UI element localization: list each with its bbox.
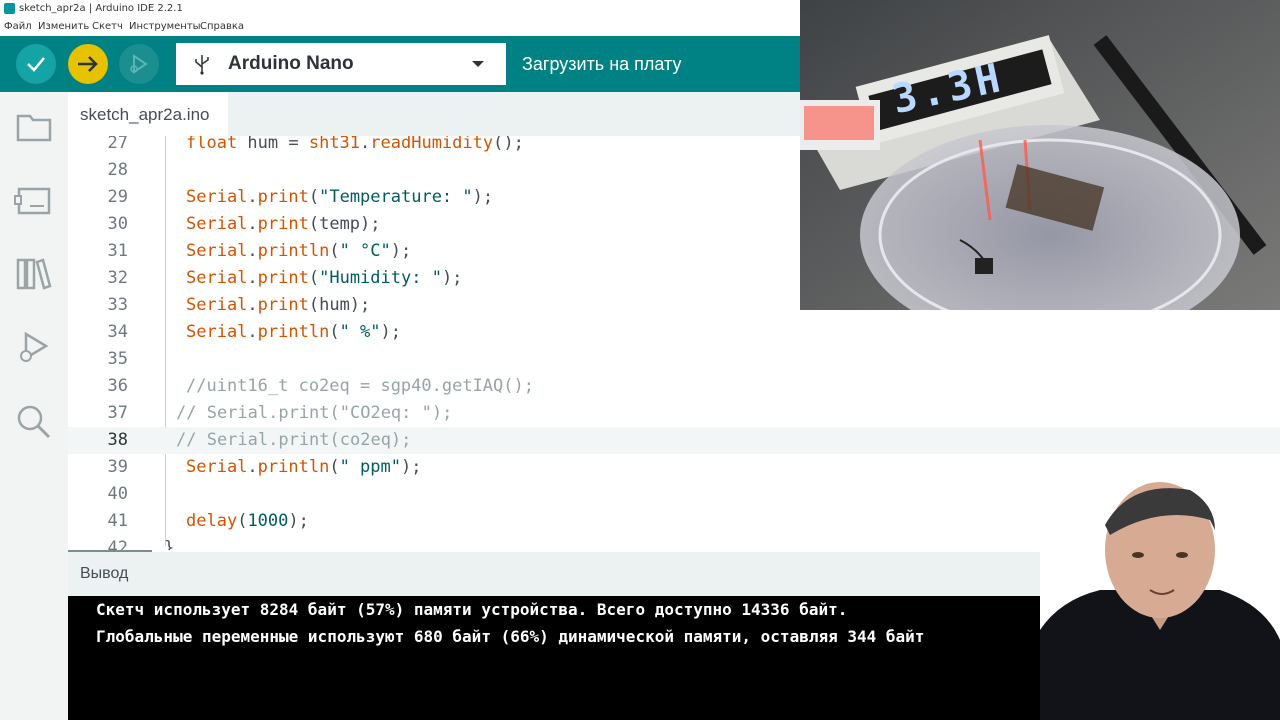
line-number: 28 xyxy=(107,160,128,180)
output-line: Скетч использует 8284 байт (57%) памяти … xyxy=(96,600,848,619)
output-title: Вывод xyxy=(80,565,129,582)
line-number: 31 xyxy=(107,241,128,261)
arduino-app-icon xyxy=(4,3,15,14)
folder-icon[interactable] xyxy=(14,106,54,146)
line-code: //uint16_t co2eq = sgp40.getIAQ(); xyxy=(186,376,534,396)
menu-edit[interactable]: Изменить xyxy=(38,21,89,32)
line-number: 34 xyxy=(107,322,128,342)
upload-hint-label: Загрузить на плату xyxy=(522,54,682,74)
toolbar: Arduino Nano Загрузить на плату xyxy=(0,36,800,92)
verify-button[interactable] xyxy=(16,44,56,84)
code-line[interactable]: 35 xyxy=(68,346,1280,373)
line-number: 40 xyxy=(107,484,128,504)
camera-overlay: 3.3H xyxy=(800,0,1280,310)
debug-button[interactable] xyxy=(119,44,159,84)
presenter-photo xyxy=(1040,480,1280,720)
line-code: // Serial.print(co2eq); xyxy=(176,430,412,450)
line-code: Serial.print("Humidity: "); xyxy=(186,268,463,288)
library-manager-icon[interactable] xyxy=(14,254,54,294)
sidebar xyxy=(0,92,68,720)
title-bar: sketch_apr2a | Arduino IDE 2.2.1 xyxy=(0,0,800,18)
board-selector[interactable]: Arduino Nano xyxy=(176,43,506,85)
device-photo xyxy=(800,0,1280,310)
menu-tools[interactable]: Инструменты xyxy=(129,21,201,32)
line-number: 41 xyxy=(107,511,128,531)
chevron-down-icon xyxy=(472,61,484,67)
line-code: } xyxy=(164,538,175,550)
line-number: 36 xyxy=(107,376,128,396)
line-number: 33 xyxy=(107,295,128,315)
output-line: Глобальные переменные используют 680 бай… xyxy=(96,627,925,646)
menu-help[interactable]: Справка xyxy=(200,21,244,32)
line-number: 32 xyxy=(107,268,128,288)
debug-play-icon xyxy=(130,54,148,74)
usb-icon xyxy=(195,55,209,75)
line-number: 29 xyxy=(107,187,128,207)
tab-label: sketch_apr2a.ino xyxy=(80,105,210,124)
line-code: Serial.println(" ppm"); xyxy=(186,457,422,477)
search-icon[interactable] xyxy=(14,402,54,442)
menu-sketch[interactable]: Скетч xyxy=(92,21,123,32)
arrow-right-icon xyxy=(78,56,98,72)
line-code: Serial.print("Temperature: "); xyxy=(186,187,494,207)
code-line[interactable]: 36 //uint16_t co2eq = sgp40.getIAQ(); xyxy=(68,373,1280,400)
board-manager-icon[interactable] xyxy=(14,180,54,220)
line-number: 27 xyxy=(107,136,128,153)
code-line[interactable]: 34 Serial.println(" %"); xyxy=(68,319,1280,346)
presenter-webcam xyxy=(1040,480,1280,720)
debug-icon[interactable] xyxy=(14,328,54,368)
tab-sketch-file[interactable]: sketch_apr2a.ino xyxy=(68,92,228,136)
line-code: float hum = sht31.readHumidity(); xyxy=(186,136,524,153)
window-title: sketch_apr2a | Arduino IDE 2.2.1 xyxy=(19,3,183,14)
upload-button[interactable] xyxy=(68,44,108,84)
line-number: 42 xyxy=(107,538,128,550)
board-name: Arduino Nano xyxy=(228,53,354,74)
line-code: // Serial.print("CO2eq: "); xyxy=(176,403,453,423)
line-number: 37 xyxy=(107,403,128,423)
line-code: Serial.println(" °C"); xyxy=(186,241,412,261)
editor-tab-bar: sketch_apr2a.ino xyxy=(68,92,800,136)
menu-bar: Файл Изменить Скетч Инструменты Справка xyxy=(0,18,800,36)
code-line[interactable]: 37 // Serial.print("CO2eq: "); xyxy=(68,400,1280,427)
checkmark-icon xyxy=(27,57,45,72)
code-line[interactable]: 39 Serial.println(" ppm"); xyxy=(68,454,1280,481)
line-number: 30 xyxy=(107,214,128,234)
line-code: Serial.println(" %"); xyxy=(186,322,402,342)
line-number: 38 xyxy=(107,430,128,450)
line-code: Serial.print(temp); xyxy=(186,214,381,234)
line-code: Serial.print(hum); xyxy=(186,295,371,315)
line-number: 39 xyxy=(107,457,128,477)
line-code: delay(1000); xyxy=(186,511,309,531)
code-line[interactable]: 38 // Serial.print(co2eq); xyxy=(68,427,1280,454)
menu-file[interactable]: Файл xyxy=(4,21,32,32)
line-number: 35 xyxy=(107,349,128,369)
